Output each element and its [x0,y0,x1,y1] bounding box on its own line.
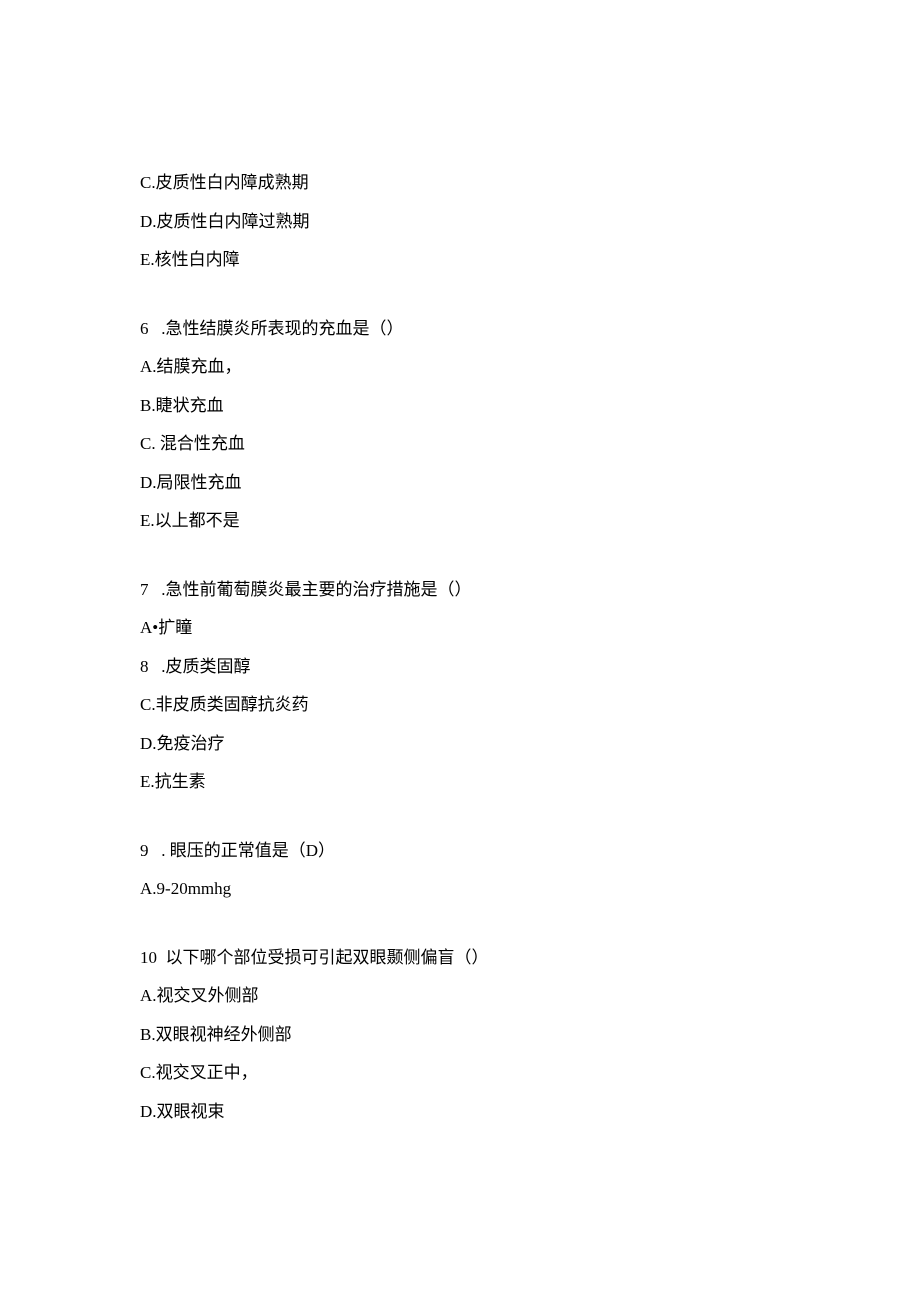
q10-stem: 10 以下哪个部位受损可引起双眼颞侧偏盲（） [140,945,780,971]
q6-option-d: D.局限性充血 [140,470,780,496]
q7-option-a: A•扩瞳 [140,615,780,641]
q5-option-e: E.核性白内障 [140,247,780,273]
q5-option-d: D.皮质性白内障过熟期 [140,209,780,235]
q6-option-a: A.结膜充血， [140,354,780,380]
q6-stem: 6 .急性结膜炎所表现的充血是（） [140,316,780,342]
q7-option-e: E.抗生素 [140,769,780,795]
gap [140,915,780,945]
q7-option-c: C.非皮质类固醇抗炎药 [140,692,780,718]
q6-option-b: B.睫状充血 [140,393,780,419]
q9-option-a: A.9-20mmhg [140,876,780,902]
gap [140,547,780,577]
q10-option-a: A.视交叉外侧部 [140,983,780,1009]
q9-stem: 9 . 眼压的正常值是（D） [140,838,780,864]
document-page: C.皮质性白内障成熟期 D.皮质性白内障过熟期 E.核性白内障 6 .急性结膜炎… [0,0,920,1301]
q10-option-b: B.双眼视神经外侧部 [140,1022,780,1048]
gap [140,286,780,316]
gap [140,808,780,838]
q5-option-c: C.皮质性白内障成熟期 [140,170,780,196]
q7-option-b: 8 .皮质类固醇 [140,654,780,680]
q6-option-c: C. 混合性充血 [140,431,780,457]
q7-stem: 7 .急性前葡萄膜炎最主要的治疗措施是（） [140,577,780,603]
q10-option-d: D.双眼视束 [140,1099,780,1125]
q10-option-c: C.视交叉正中， [140,1060,780,1086]
q6-option-e: E.以上都不是 [140,508,780,534]
q7-option-d: D.免疫治疗 [140,731,780,757]
